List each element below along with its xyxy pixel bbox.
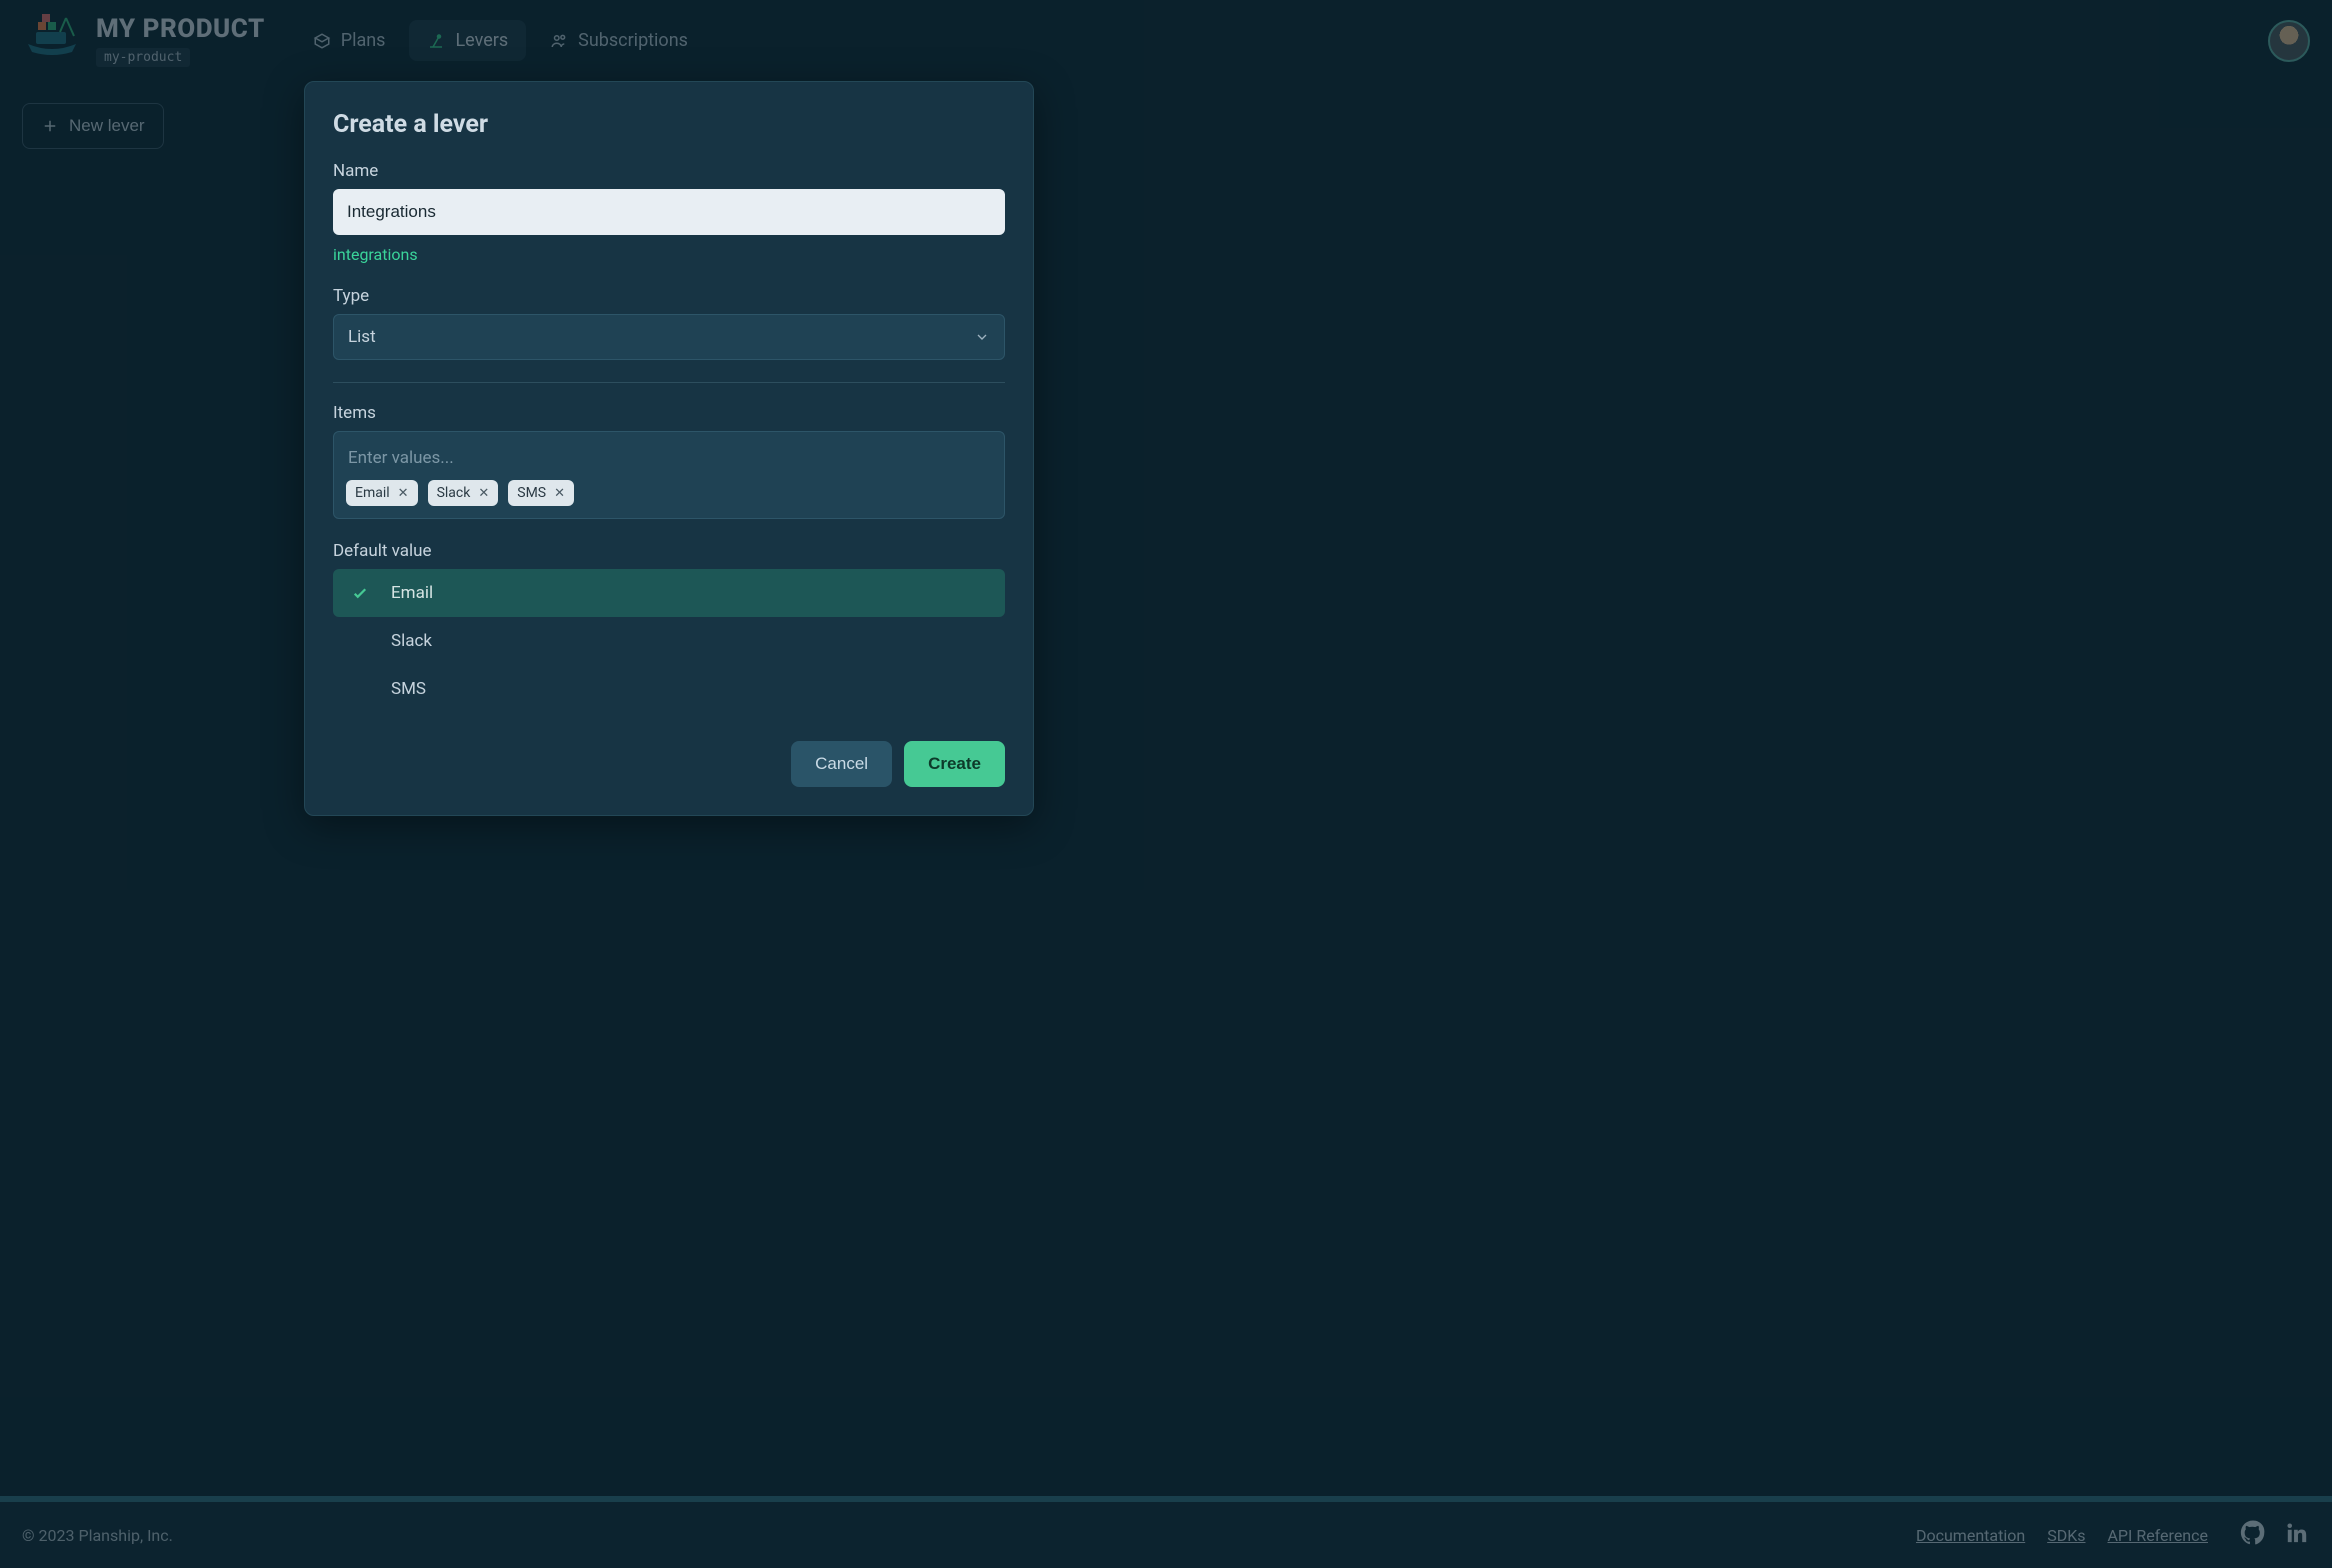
item-chip: SMS ✕ bbox=[508, 480, 574, 506]
divider bbox=[333, 382, 1005, 383]
footer: © 2023 Planship, Inc. Documentation SDKs… bbox=[0, 1496, 2332, 1568]
brand: MY PRODUCT my-product bbox=[22, 14, 265, 67]
type-value: List bbox=[348, 327, 376, 347]
lever-icon bbox=[427, 32, 445, 50]
default-option-label: Slack bbox=[391, 631, 432, 651]
logo-icon bbox=[22, 14, 82, 56]
check-icon bbox=[351, 584, 371, 602]
item-chip: Email ✕ bbox=[346, 480, 418, 506]
copyright: © 2023 Planship, Inc. bbox=[22, 1526, 173, 1545]
item-chip: Slack ✕ bbox=[428, 480, 499, 506]
new-lever-button[interactable]: New lever bbox=[22, 103, 164, 149]
avatar[interactable] bbox=[2268, 20, 2310, 62]
linkedin-icon[interactable] bbox=[2284, 1520, 2310, 1550]
item-chip-label: SMS bbox=[517, 485, 546, 501]
remove-chip-icon[interactable]: ✕ bbox=[398, 486, 409, 501]
product-slug-badge: my-product bbox=[96, 48, 190, 67]
items-input[interactable]: Enter values... Email ✕ Slack ✕ SMS ✕ bbox=[333, 431, 1005, 519]
footer-link-api[interactable]: API Reference bbox=[2107, 1526, 2208, 1545]
default-option[interactable]: Slack bbox=[333, 617, 1005, 665]
modal-title: Create a lever bbox=[333, 110, 1005, 139]
nav-subscriptions-label: Subscriptions bbox=[578, 30, 688, 51]
default-option[interactable]: SMS bbox=[333, 665, 1005, 713]
footer-link-sdks[interactable]: SDKs bbox=[2047, 1526, 2085, 1545]
default-option-label: SMS bbox=[391, 679, 426, 699]
chevron-down-icon bbox=[974, 329, 990, 345]
default-option-label: Email bbox=[391, 583, 433, 603]
remove-chip-icon[interactable]: ✕ bbox=[478, 486, 489, 501]
users-icon bbox=[550, 32, 568, 50]
remove-chip-icon[interactable]: ✕ bbox=[554, 486, 565, 501]
create-lever-modal: Create a lever Name integrations Type Li… bbox=[304, 81, 1034, 816]
items-label: Items bbox=[333, 403, 1005, 423]
type-label: Type bbox=[333, 286, 1005, 306]
nav-subscriptions[interactable]: Subscriptions bbox=[532, 20, 706, 61]
default-option[interactable]: Email bbox=[333, 569, 1005, 617]
nav-levers[interactable]: Levers bbox=[409, 20, 526, 61]
github-icon[interactable] bbox=[2240, 1520, 2266, 1550]
name-input[interactable] bbox=[333, 189, 1005, 235]
create-button[interactable]: Create bbox=[904, 741, 1005, 787]
product-title: MY PRODUCT bbox=[96, 14, 265, 44]
items-placeholder: Enter values... bbox=[344, 442, 994, 478]
new-lever-label: New lever bbox=[69, 116, 145, 136]
nav-plans-label: Plans bbox=[341, 30, 386, 51]
app-header: MY PRODUCT my-product Plans Levers Subsc… bbox=[0, 0, 2332, 81]
nav-plans[interactable]: Plans bbox=[295, 20, 404, 61]
item-chip-label: Email bbox=[355, 485, 390, 501]
type-select[interactable]: List bbox=[333, 314, 1005, 360]
plus-icon bbox=[41, 117, 59, 135]
name-label: Name bbox=[333, 161, 1005, 181]
slug-hint: integrations bbox=[333, 245, 1005, 264]
cancel-button[interactable]: Cancel bbox=[791, 741, 892, 787]
nav-levers-label: Levers bbox=[455, 30, 508, 51]
default-value-label: Default value bbox=[333, 541, 1005, 561]
footer-link-docs[interactable]: Documentation bbox=[1916, 1526, 2025, 1545]
item-chip-label: Slack bbox=[437, 485, 471, 501]
box-icon bbox=[313, 32, 331, 50]
main-nav: Plans Levers Subscriptions bbox=[295, 20, 706, 61]
